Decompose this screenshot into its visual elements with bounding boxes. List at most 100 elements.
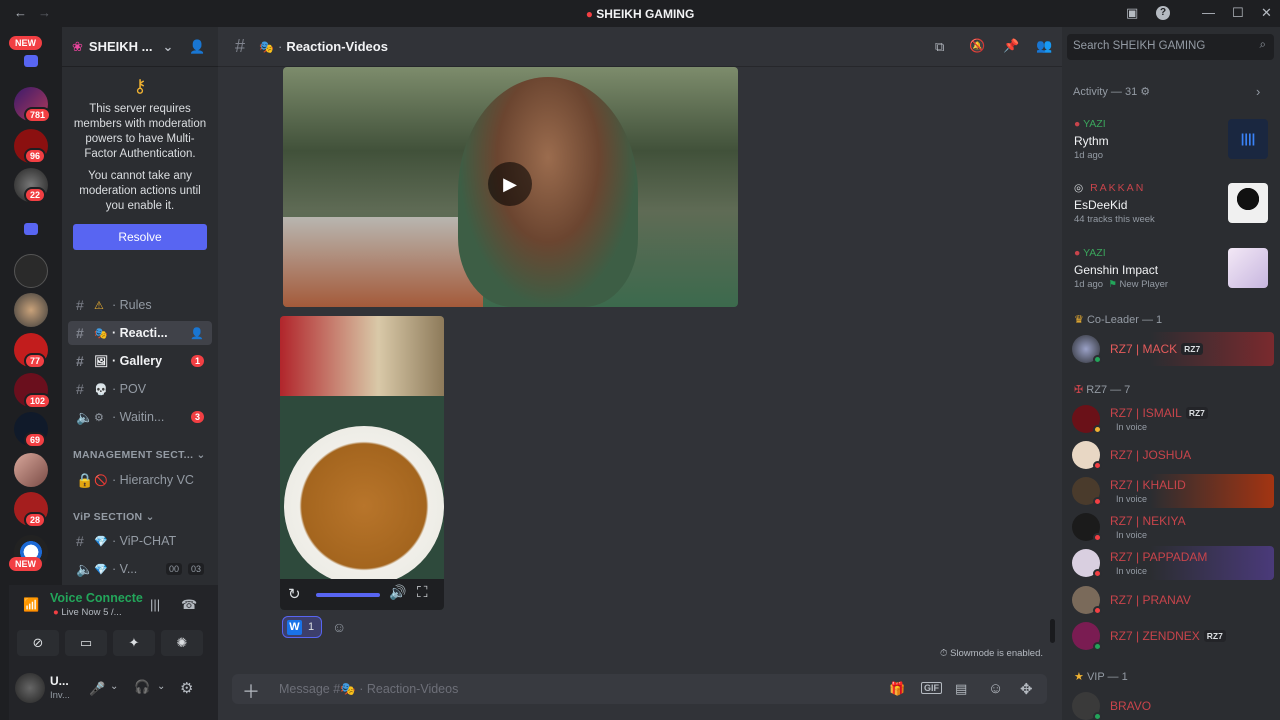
channel-vip-voice[interactable]: 🔈 💎 · V... 00 03 (68, 557, 212, 581)
member-list-icon[interactable]: 👥 (1036, 38, 1052, 54)
online-status-icon (1093, 642, 1102, 651)
maximize-icon[interactable]: ☐ (1232, 5, 1244, 21)
album-art (1228, 183, 1268, 223)
sticker-icon[interactable]: ▤ (955, 681, 967, 697)
image-attachment[interactable]: ↻ 🔊 ⛶ (280, 316, 444, 610)
activity-card-2[interactable]: ◎ RAKKAN EsDeeKid 44 tracks this week (1068, 177, 1274, 237)
settings-gear-icon[interactable]: ⚙ (180, 679, 193, 697)
activity-card-3[interactable]: ● YAZI Genshin Impact 1d ago ⚑ New Playe… (1068, 242, 1274, 302)
headphones-icon[interactable]: 🎧 (134, 679, 150, 695)
activity-sub: 44 tracks this week (1074, 214, 1155, 225)
activities-button[interactable]: ✦ (113, 630, 155, 656)
member-sub: In voice (1116, 530, 1148, 540)
voice-channel[interactable]: ● Live Now 5 /... (53, 607, 122, 618)
channel-name: Gallery (119, 354, 163, 368)
server-icon-9[interactable] (14, 453, 48, 487)
guild-name: SHEIKH ... (88, 39, 153, 54)
disconnect-icon[interactable]: ☎ (181, 597, 197, 613)
screen-share-button[interactable]: ▭ (65, 630, 107, 656)
folder-icon[interactable] (24, 223, 38, 235)
role-header-coleader: ♛ Co-Leader — 1 (1074, 314, 1163, 326)
server-icon-4[interactable] (14, 254, 48, 288)
channel-pov[interactable]: # 💀 · POV (68, 377, 212, 401)
replay-icon[interactable]: ↻ (288, 585, 301, 603)
user-status: Inv... (50, 690, 70, 701)
inbox-icon[interactable]: ▣ (1126, 5, 1138, 21)
member-item[interactable]: RZ7 | KHALID In voice (1068, 474, 1274, 508)
member-item[interactable]: RZ7 | MACK RZ7 (1068, 332, 1274, 366)
chevron-down-icon[interactable]: ⌄ (110, 681, 118, 692)
video-attachment[interactable]: ▶ (283, 67, 738, 307)
member-sub: In voice (1116, 422, 1148, 432)
channel-vip-chat[interactable]: # 💎 · ViP-CHAT (68, 529, 212, 553)
microphone-icon[interactable]: 🎤 (89, 681, 105, 697)
fullscreen-icon[interactable]: ⛶ (417, 584, 428, 601)
noise-suppression-icon[interactable]: ||| (150, 597, 160, 612)
member-item[interactable]: RZ7 | PAPPADAM In voice (1068, 546, 1274, 580)
member-item[interactable]: RZ7 | PRANAV (1068, 583, 1274, 617)
threads-icon[interactable]: ⧉ (935, 39, 944, 55)
channel-gallery[interactable]: # 🖼 · Gallery 1 (68, 349, 212, 373)
close-icon[interactable]: ✕ (1261, 5, 1272, 21)
category-management[interactable]: MANAGEMENT SECT... ⌄ (73, 449, 206, 461)
channel-reaction-videos[interactable]: # 🎭 · Reacti... 👤 (68, 321, 212, 345)
category-vip[interactable]: ViP SECTION ⌄ (73, 511, 155, 523)
username[interactable]: U... (50, 674, 69, 688)
server-icon-5[interactable] (14, 293, 48, 327)
member-item[interactable]: RZ7 | ISMAIL RZ7 In voice (1068, 402, 1274, 436)
member-sub: In voice (1116, 494, 1148, 504)
add-member-icon[interactable]: 👤 (190, 327, 204, 340)
progress-bar[interactable] (316, 593, 380, 597)
channel-waiting[interactable]: 🔈 ⚙ · Waitin... 3 (68, 405, 212, 429)
play-button-icon[interactable]: ▶ (488, 162, 532, 206)
window-title: ● SHEIKH GAMING (585, 7, 695, 21)
resolve-button[interactable]: Resolve (73, 224, 207, 250)
apps-icon[interactable]: ✥ (1020, 680, 1033, 698)
member-item[interactable]: BRAVO (1068, 689, 1274, 720)
help-icon[interactable]: ? (1156, 6, 1170, 20)
message-input[interactable]: ＋ Message #🎭 · Reaction-Videos 🎁 GIF ▤ ☺… (232, 674, 1047, 704)
reaction-chip[interactable]: W 1 (282, 616, 322, 638)
guild-header[interactable]: ❀ SHEIKH ... ⌄ 👤 (62, 27, 218, 67)
activity-sub: 1d ago (1074, 150, 1104, 161)
channel-hierarchy-vc[interactable]: 🔒 🚫 · Hierarchy VC (68, 468, 212, 492)
chevron-right-icon[interactable]: › (1256, 84, 1260, 99)
chat-area: # 🎭 · Reaction-Videos ⧉ 🔕 📌 👥 ▶ ↻ 🔊 ⛶ W … (218, 27, 1062, 720)
member-item[interactable]: RZ7 | NEKIYA In voice (1068, 510, 1274, 544)
pin-icon[interactable]: 📌 (1003, 38, 1019, 54)
add-reaction-icon[interactable]: ☺ (332, 619, 346, 635)
gear-icon: ⚙ (1140, 86, 1151, 98)
voice-status[interactable]: Voice Connecte (50, 591, 143, 605)
activity-card-1[interactable]: ● YAZI Rythm 1d ago |||| (1068, 113, 1274, 173)
key-icon: ⚷ (133, 76, 147, 96)
gift-icon[interactable]: 🎁 (889, 681, 905, 697)
channel-rules[interactable]: # ⚠ · Rules (68, 293, 212, 317)
volume-icon[interactable]: 🔊 (389, 584, 406, 601)
channel-emoji: 💎 (94, 563, 108, 576)
minimize-icon[interactable]: — (1202, 5, 1215, 20)
member-name: RZ7 | ZENDNEX RZ7 (1110, 629, 1226, 643)
server-badge: 69 (24, 432, 47, 448)
chevron-down-icon[interactable]: ⌄ (157, 681, 165, 692)
scrollbar-thumb[interactable] (1050, 619, 1055, 643)
video-off-button[interactable]: ⊘ (17, 630, 59, 656)
activity-title: Genshin Impact (1074, 263, 1159, 277)
member-item[interactable]: RZ7 | JOSHUA (1068, 438, 1274, 472)
new-unreads-pill-bottom[interactable]: NEW (9, 557, 42, 571)
gif-icon[interactable]: GIF (921, 682, 942, 694)
add-attachment-icon[interactable]: ＋ (242, 678, 260, 704)
notifications-muted-icon[interactable]: 🔕 (969, 38, 985, 54)
new-unreads-pill-top[interactable]: NEW (9, 36, 42, 50)
channel-emoji: ⚠ (94, 299, 104, 312)
soundboard-button[interactable]: ✺ (161, 630, 203, 656)
image-scene-top (280, 316, 444, 396)
hash-icon: # (76, 353, 84, 369)
chat-header: # 🎭 · Reaction-Videos ⧉ 🔕 📌 👥 (218, 27, 1062, 67)
folder-icon[interactable] (24, 55, 38, 67)
role-header-vip: ★ VIP — 1 (1074, 671, 1128, 683)
avatar[interactable] (15, 673, 45, 703)
emoji-icon[interactable]: ☺ (988, 680, 1003, 697)
search-input[interactable]: Search SHEIKH GAMING ⌕ (1067, 34, 1274, 60)
member-item[interactable]: RZ7 | ZENDNEX RZ7 (1068, 619, 1274, 653)
invite-people-icon[interactable]: 👤 (189, 39, 205, 55)
